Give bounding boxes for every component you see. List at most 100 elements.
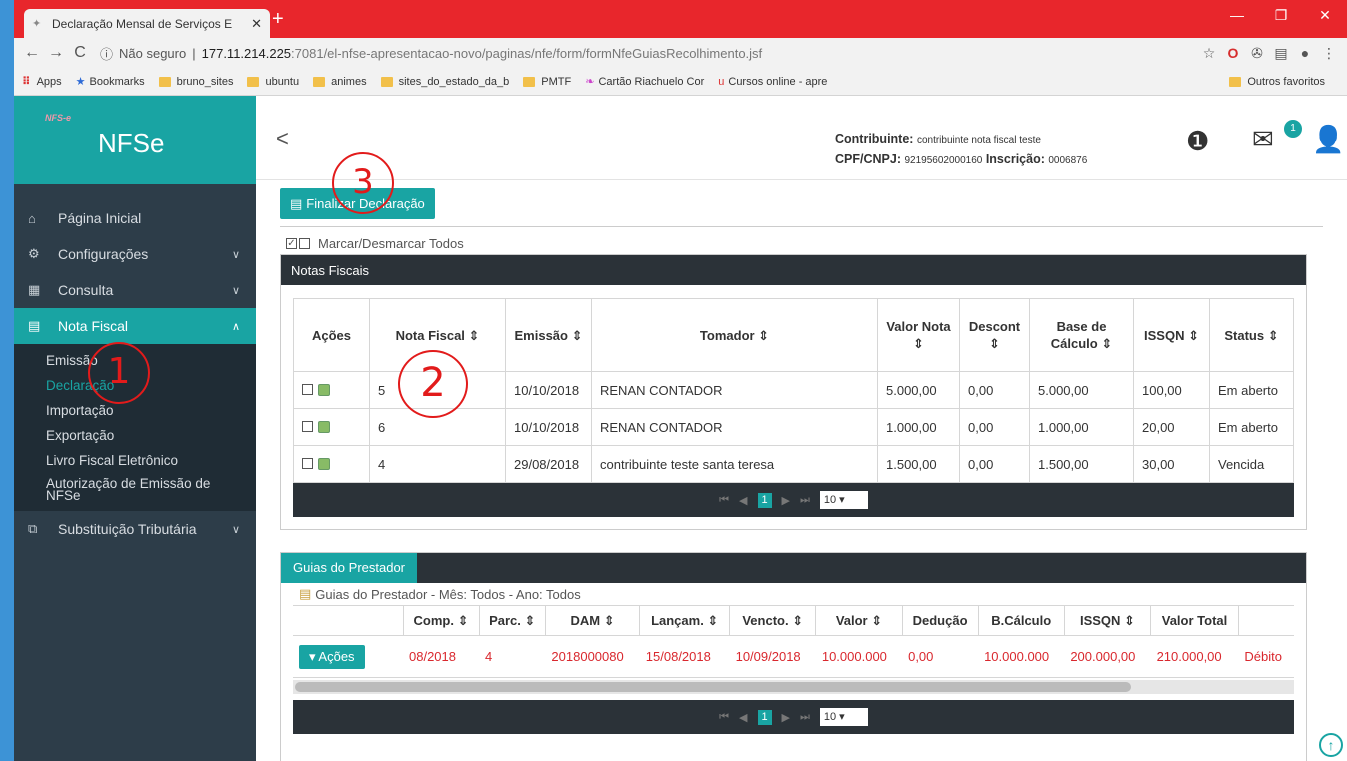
sidebar-item-home[interactable]: ⌂ Página Inicial xyxy=(14,200,256,236)
minimize-icon[interactable]: — xyxy=(1215,0,1259,30)
first-page-icon[interactable]: ⏮ xyxy=(719,494,729,507)
bookmark-folder[interactable]: animes xyxy=(313,76,367,88)
other-bookmarks[interactable]: Outros favoritos xyxy=(1229,76,1325,88)
reload-icon[interactable]: C xyxy=(68,44,92,62)
bookmark-folder[interactable]: ubuntu xyxy=(247,76,299,88)
column-header[interactable]: Valor ⇕ xyxy=(815,605,903,636)
restore-icon[interactable]: ❐ xyxy=(1259,0,1303,30)
column-header[interactable]: ISSQN ⇕ xyxy=(1064,605,1152,636)
pdf-extension-icon[interactable]: ▤ xyxy=(1269,45,1293,62)
url-path: :7081/el-nfse-apresentacao-novo/paginas/… xyxy=(291,45,763,61)
horizontal-scrollbar[interactable] xyxy=(293,680,1294,694)
bookmark-favicon-icon: ❧ xyxy=(585,76,595,88)
browser-tab[interactable]: ✦ Declaração Mensal de Serviços E ✕ xyxy=(24,9,270,38)
last-page-icon[interactable]: ⏭ xyxy=(800,494,810,507)
current-page[interactable]: 1 xyxy=(757,492,772,508)
row-checkbox[interactable] xyxy=(302,457,313,469)
column-header[interactable]: Valor Nota ⇕ xyxy=(877,298,960,372)
tab-guias[interactable]: Guias do Prestador xyxy=(281,553,418,583)
bookmark-bookmarks[interactable]: ★ Bookmarks xyxy=(76,75,145,89)
acoes-dropdown-button[interactable]: ▾ Ações xyxy=(299,644,365,669)
bookmarks-bar: ⠿ Apps ★ Bookmarks bruno_sites ubuntu anim… xyxy=(14,68,1347,96)
page-size-select[interactable]: 10 ▾ xyxy=(819,491,868,509)
back-arrow-icon[interactable]: ← xyxy=(20,44,44,62)
sidebar-item-settings[interactable]: ⚙ Configurações ∨ xyxy=(14,236,256,272)
column-header[interactable]: Dedução xyxy=(902,605,979,636)
page-size-select[interactable]: 10 ▾ xyxy=(819,708,868,726)
column-header[interactable]: Lançam. ⇕ xyxy=(639,605,731,636)
sidebar-item-nota-fiscal[interactable]: ▤ Nota Fiscal ∧ xyxy=(14,308,256,344)
column-header[interactable]: Comp. ⇕ xyxy=(403,605,480,636)
submenu-autorizacao[interactable]: Autorização de Emissão de NFSe xyxy=(14,473,224,507)
cpf-value: 92195602000160 xyxy=(904,155,983,166)
prev-page-icon[interactable]: ◀ xyxy=(739,711,747,724)
close-window-icon[interactable]: ✕ xyxy=(1303,0,1347,30)
column-header[interactable]: Base de Cálculo ⇕ xyxy=(1029,298,1134,372)
table-header-row: Comp. ⇕ Parc. ⇕ DAM ⇕ Lançam. ⇕ Vencto. … xyxy=(293,605,1294,636)
folder-icon xyxy=(523,76,536,87)
close-tab-icon[interactable]: ✕ xyxy=(251,16,262,32)
extension-icon[interactable]: ✇ xyxy=(1245,45,1269,62)
new-tab-icon[interactable]: + xyxy=(272,8,284,31)
bookmark-favicon-icon: u xyxy=(718,75,725,88)
edit-note-icon[interactable] xyxy=(318,457,330,470)
envelope-icon[interactable]: ✉ xyxy=(1252,124,1274,155)
column-header[interactable]: Parc. ⇕ xyxy=(479,605,546,636)
row-checkbox[interactable] xyxy=(302,383,313,395)
column-header[interactable]: Descont ⇕ xyxy=(959,298,1030,372)
row-checkbox[interactable] xyxy=(302,420,313,432)
column-header[interactable]: B.Cálculo xyxy=(978,605,1065,636)
column-header[interactable]: Vencto. ⇕ xyxy=(729,605,817,636)
user-icon[interactable]: 👤 xyxy=(1312,124,1344,155)
first-page-icon[interactable]: ⏮ xyxy=(719,711,729,724)
edit-note-icon[interactable] xyxy=(318,420,330,433)
copy-icon: ⧉ xyxy=(28,521,38,536)
folder-icon xyxy=(313,76,326,87)
address-bar: ← → C ⓘ Não seguro | 177.11.214.225 :708… xyxy=(14,38,1347,68)
bookmark-link[interactable]: ❧ Cartão Riachuelo Cor xyxy=(585,75,704,89)
bookmark-folder[interactable]: sites_do_estado_da_b xyxy=(380,76,509,88)
submenu-livro-fiscal[interactable]: Livro Fiscal Eletrônico xyxy=(14,448,256,473)
info-icon[interactable]: ❶ xyxy=(1186,126,1209,157)
column-header[interactable]: Emissão ⇕ xyxy=(505,298,592,372)
sidebar-item-substituicao[interactable]: ⧉ Substituição Tributária ∨ xyxy=(14,511,256,547)
form-area: ▤ Finalizar Declaração ✓ Marcar/Desmarcar… xyxy=(256,180,1347,761)
url-field[interactable]: ⓘ Não seguro | 177.11.214.225 :7081/el-n… xyxy=(100,44,1189,63)
logo-title: NFSe xyxy=(98,127,165,158)
collapse-arrow-icon[interactable]: < xyxy=(276,126,289,152)
submenu-exportacao[interactable]: Exportação xyxy=(14,423,256,448)
forward-arrow-icon[interactable]: → xyxy=(44,44,68,62)
opera-extension-icon[interactable]: O xyxy=(1221,45,1245,61)
next-page-icon[interactable]: ▶ xyxy=(782,494,790,507)
scrollbar-thumb[interactable] xyxy=(295,682,1131,692)
profile-icon[interactable]: ● xyxy=(1293,45,1317,61)
window-controls: — ❐ ✕ xyxy=(1215,0,1347,30)
logo[interactable]: NFS-e NFSe xyxy=(14,96,256,184)
column-header[interactable]: Tomador ⇕ xyxy=(591,298,878,372)
bookmark-folder[interactable]: PMTF xyxy=(523,76,571,88)
column-header[interactable]: Status ⇕ xyxy=(1209,298,1294,372)
bookmark-folder[interactable]: bruno_sites xyxy=(158,76,233,88)
column-header[interactable]: ISSQN ⇕ xyxy=(1133,298,1210,372)
bookmark-apps[interactable]: ⠿ Apps xyxy=(22,75,62,89)
panel-header: Guias do Prestador xyxy=(281,553,1306,583)
select-all-toggle[interactable]: ✓ Marcar/Desmarcar Todos xyxy=(286,236,464,251)
next-page-icon[interactable]: ▶ xyxy=(782,711,790,724)
prev-page-icon[interactable]: ◀ xyxy=(739,494,747,507)
document-icon: ▤ xyxy=(28,318,41,333)
app: NFS-e NFSe ⌂ Página Inicial ⚙ Configuraçõe… xyxy=(14,96,1347,761)
edit-note-icon[interactable] xyxy=(318,383,330,396)
scroll-top-icon[interactable]: ↑ xyxy=(1319,733,1343,757)
current-page[interactable]: 1 xyxy=(757,709,772,725)
bookmark-link[interactable]: u Cursos online - apre xyxy=(718,76,827,88)
sidebar-item-consulta[interactable]: ▦ Consulta ∨ xyxy=(14,272,256,308)
bookmark-star-icon[interactable]: ☆ xyxy=(1197,45,1221,62)
column-header[interactable]: Valor Total xyxy=(1150,605,1239,636)
submenu-importacao[interactable]: Importação xyxy=(14,398,256,423)
info-icon[interactable]: ⓘ xyxy=(100,44,113,63)
menu-icon[interactable]: ⋮ xyxy=(1317,45,1341,62)
column-header[interactable]: DAM ⇕ xyxy=(545,605,641,636)
apps-grid-icon: ⠿ xyxy=(22,76,31,88)
url-host: 177.11.214.225 xyxy=(201,45,292,61)
last-page-icon[interactable]: ⏭ xyxy=(800,711,810,724)
